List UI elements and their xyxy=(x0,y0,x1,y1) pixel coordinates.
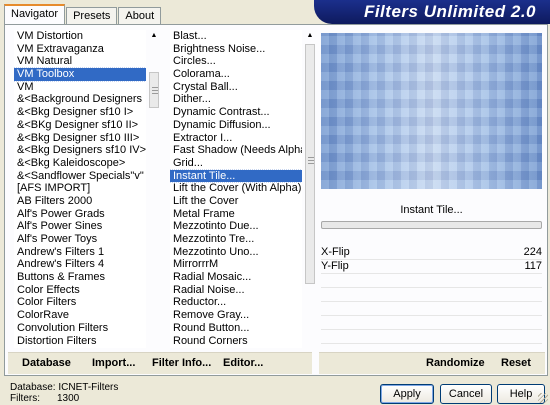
category-list-item[interactable]: VM Natural xyxy=(14,55,146,68)
filter-list-item[interactable]: Mezzotinto Uno... xyxy=(170,246,302,259)
category-list-item[interactable]: ColorRave xyxy=(14,309,146,322)
category-list[interactable]: VM Distortion VM Extravaganza VM Natural VM… xyxy=(14,30,146,348)
filter-list-item[interactable]: Radial Noise... xyxy=(170,284,302,297)
filter-list-item[interactable]: Circles... xyxy=(170,55,302,68)
randomize-button[interactable]: Randomize xyxy=(426,357,485,369)
scroll-up-arrow-icon[interactable]: ▲ xyxy=(148,30,160,42)
tab-presets[interactable]: Presets xyxy=(66,7,118,24)
preview-image xyxy=(321,33,542,189)
app-title: Filters Unlimited 2.0 xyxy=(363,2,536,21)
category-list-item[interactable]: Color Effects xyxy=(14,284,146,297)
category-list-item[interactable]: &<Bkg Designer sf10 III> xyxy=(14,132,146,145)
filter-list-item[interactable]: Grid... xyxy=(170,157,302,170)
category-list-item[interactable]: VM Toolbox xyxy=(14,67,146,82)
category-list-item[interactable]: Buttons & Frames xyxy=(14,271,146,284)
category-list-item[interactable]: Alf's Power Toys xyxy=(14,233,146,246)
filter-list-item[interactable]: Round Button... xyxy=(170,322,302,335)
filter-list-item[interactable]: Dynamic Contrast... xyxy=(170,106,302,119)
filter-info-button[interactable]: Filter Info... xyxy=(152,357,211,369)
filter-list-item[interactable]: Mezzotinto Due... xyxy=(170,220,302,233)
filter-list-item[interactable]: Blast... xyxy=(170,30,302,43)
status-filters: Filters: 1300 xyxy=(10,393,80,404)
filter-list[interactable]: Blast... Brightness Noise... Circles... Col… xyxy=(170,30,302,348)
filter-list-item[interactable]: Dynamic Diffusion... xyxy=(170,119,302,132)
category-list-item[interactable]: [AFS IMPORT] xyxy=(14,182,146,195)
tab-about[interactable]: About xyxy=(118,7,162,24)
database-name: ICNET-Filters xyxy=(58,382,119,393)
category-list-item[interactable]: &<Bkg Kaleidoscope> xyxy=(14,157,146,170)
filter-list-item[interactable]: Metal Frame xyxy=(170,208,302,221)
category-list-item[interactable]: VM Extravaganza xyxy=(14,43,146,56)
category-list-item[interactable]: Andrew's Filters 1 xyxy=(14,246,146,259)
filter-list-item[interactable]: Colorama... xyxy=(170,68,302,81)
filter-scrollbar[interactable]: ▲ xyxy=(304,30,316,348)
filter-list-item[interactable]: Round Corners xyxy=(170,335,302,348)
filter-list-item[interactable]: Lift the Cover (With Alpha) xyxy=(170,182,302,195)
category-list-item[interactable]: &<BKg Designer sf10 II> xyxy=(14,119,146,132)
filter-count: 1300 xyxy=(57,393,80,404)
category-scrollbar[interactable]: ▲ xyxy=(148,30,160,348)
category-scroll-thumb[interactable] xyxy=(149,72,159,108)
reset-button[interactable]: Reset xyxy=(501,357,531,369)
preview-filter-name: Instant Tile... xyxy=(400,204,463,216)
filter-list-item[interactable]: Reductor... xyxy=(170,296,302,309)
category-list-item[interactable]: Distortion Filters xyxy=(14,335,146,348)
filter-list-item[interactable]: MirrorrrM xyxy=(170,258,302,271)
editor-button[interactable]: Editor... xyxy=(223,357,263,369)
category-list-item[interactable]: Convolution Filters xyxy=(14,322,146,335)
apply-button[interactable]: Apply xyxy=(380,384,434,404)
resize-grip-icon[interactable] xyxy=(538,393,548,403)
filter-list-item[interactable]: Lift the Cover xyxy=(170,195,302,208)
tab-navigator[interactable]: Navigator xyxy=(4,4,66,24)
scroll-up-arrow-icon[interactable]: ▲ xyxy=(304,30,316,42)
category-list-item[interactable]: Color Filters xyxy=(14,296,146,309)
cancel-button[interactable]: Cancel xyxy=(440,384,492,404)
category-list-item[interactable]: &<Background Designers IV> xyxy=(14,93,146,106)
filter-list-item[interactable]: Radial Mosaic... xyxy=(170,271,302,284)
param-x-flip[interactable]: X-Flip 224 xyxy=(321,246,542,258)
filter-list-item[interactable]: Fast Shadow (Needs Alpha) xyxy=(170,144,302,157)
title-banner: Filters Unlimited 2.0 xyxy=(314,0,550,24)
filter-list-item[interactable]: Brightness Noise... xyxy=(170,43,302,56)
filter-list-item[interactable]: Crystal Ball... xyxy=(170,81,302,94)
progress-bar xyxy=(321,221,542,229)
tab-strip: Navigator Presets About xyxy=(4,4,162,24)
category-list-item[interactable]: &<Bkg Designers sf10 IV> xyxy=(14,144,146,157)
param-y-flip[interactable]: Y-Flip 117 xyxy=(321,260,542,272)
category-list-item[interactable]: Alf's Power Sines xyxy=(14,220,146,233)
category-list-item[interactable]: VM xyxy=(14,81,146,94)
filter-list-item[interactable]: Dither... xyxy=(170,93,302,106)
filter-scroll-thumb[interactable] xyxy=(305,44,315,284)
category-list-item[interactable]: AB Filters 2000 xyxy=(14,195,146,208)
status-database: Database: ICNET-Filters xyxy=(10,382,119,393)
category-list-item[interactable]: &<Bkg Designer sf10 I> xyxy=(14,106,146,119)
category-list-item[interactable]: Andrew's Filters 4 xyxy=(14,258,146,271)
filter-list-item[interactable]: Remove Gray... xyxy=(170,309,302,322)
category-list-item[interactable]: VM Distortion xyxy=(14,30,146,43)
database-button[interactable]: Database xyxy=(22,357,71,369)
filter-list-item[interactable]: Instant Tile... xyxy=(170,168,302,184)
category-list-item[interactable]: Alf's Power Grads xyxy=(14,208,146,221)
filter-list-item[interactable]: Mezzotinto Tre... xyxy=(170,233,302,246)
category-list-item[interactable]: &<Sandflower Specials"v" > xyxy=(14,170,146,183)
import-button[interactable]: Import... xyxy=(92,357,135,369)
filter-list-item[interactable]: Extractor I... xyxy=(170,132,302,145)
